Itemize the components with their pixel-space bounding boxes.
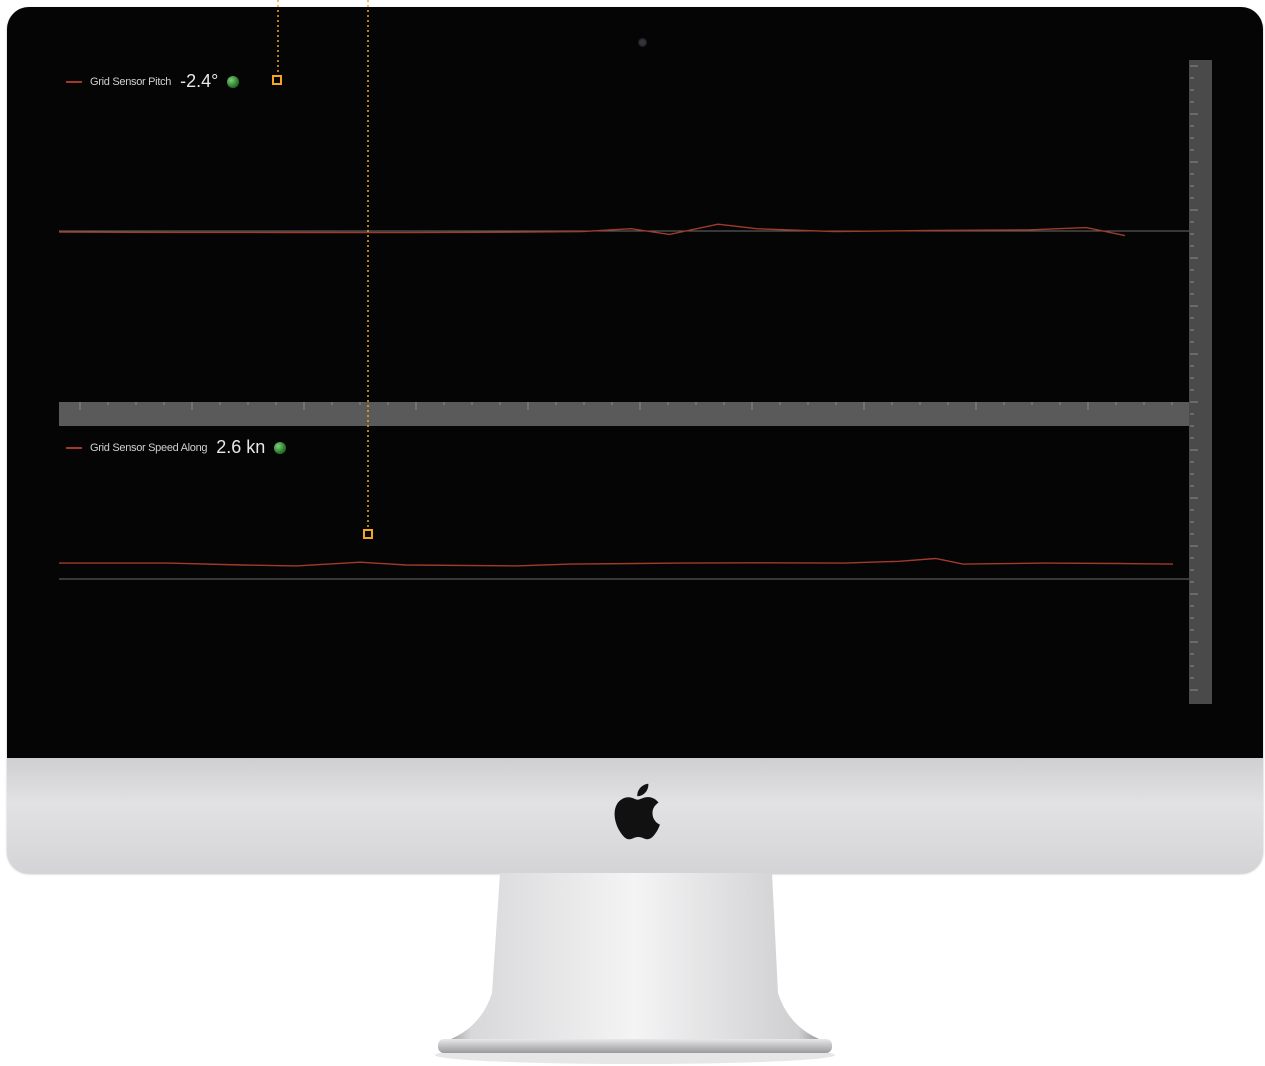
speed-current-value: 2.6 kn	[216, 437, 266, 457]
speed-series-line	[59, 557, 1174, 567]
apple-logo-icon	[614, 783, 660, 840]
highlight-marker-icon	[363, 529, 373, 539]
pitch-series-name: Grid Sensor Pitch	[90, 75, 172, 88]
time-axis-band	[59, 402, 1189, 426]
pitch-legend: Grid Sensor Pitch -2.4°	[66, 71, 240, 92]
highlight-marker-icon	[272, 75, 282, 85]
green-led-icon	[274, 441, 287, 454]
pitch-series-line	[58, 223, 1126, 237]
legend-swatch	[66, 446, 82, 449]
y-axis-bar	[1189, 60, 1212, 704]
legend-swatch	[66, 80, 82, 83]
chart-canvas	[58, 0, 1212, 704]
speed-legend: Grid Sensor Speed Along 2.6 kn	[66, 437, 287, 458]
imac-stand	[435, 873, 835, 1064]
speed-series-name: Grid Sensor Speed Along	[90, 441, 208, 454]
pitch-current-value: -2.4°	[180, 71, 219, 91]
green-led-icon	[227, 75, 240, 88]
